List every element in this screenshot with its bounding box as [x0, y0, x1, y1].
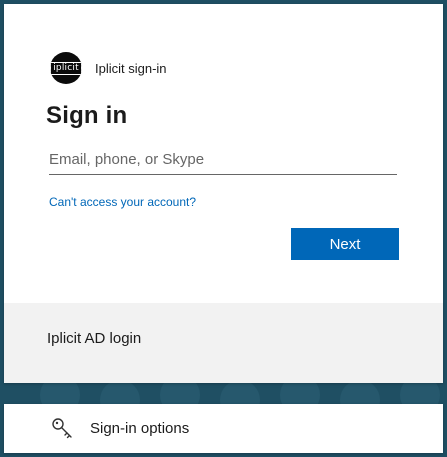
brand-logo: iplicit [50, 52, 82, 84]
signin-options-label: Sign-in options [90, 420, 190, 437]
key-icon [52, 418, 72, 439]
brand-header: iplicit Iplicit sign-in [50, 52, 167, 84]
signin-card: iplicit Iplicit sign-in Sign in Can't ac… [4, 4, 443, 383]
signin-form: iplicit Iplicit sign-in Sign in Can't ac… [4, 4, 443, 303]
page-title: Sign in [46, 102, 128, 129]
footer-text: Iplicit AD login [47, 330, 142, 347]
brand-name: Iplicit sign-in [95, 60, 167, 76]
email-field[interactable] [49, 144, 397, 175]
next-button[interactable]: Next [291, 228, 399, 260]
brand-logo-text: iplicit [50, 61, 82, 75]
signin-options-button[interactable]: Sign-in options [4, 404, 443, 453]
cant-access-account-link[interactable]: Can't access your account? [49, 195, 196, 209]
